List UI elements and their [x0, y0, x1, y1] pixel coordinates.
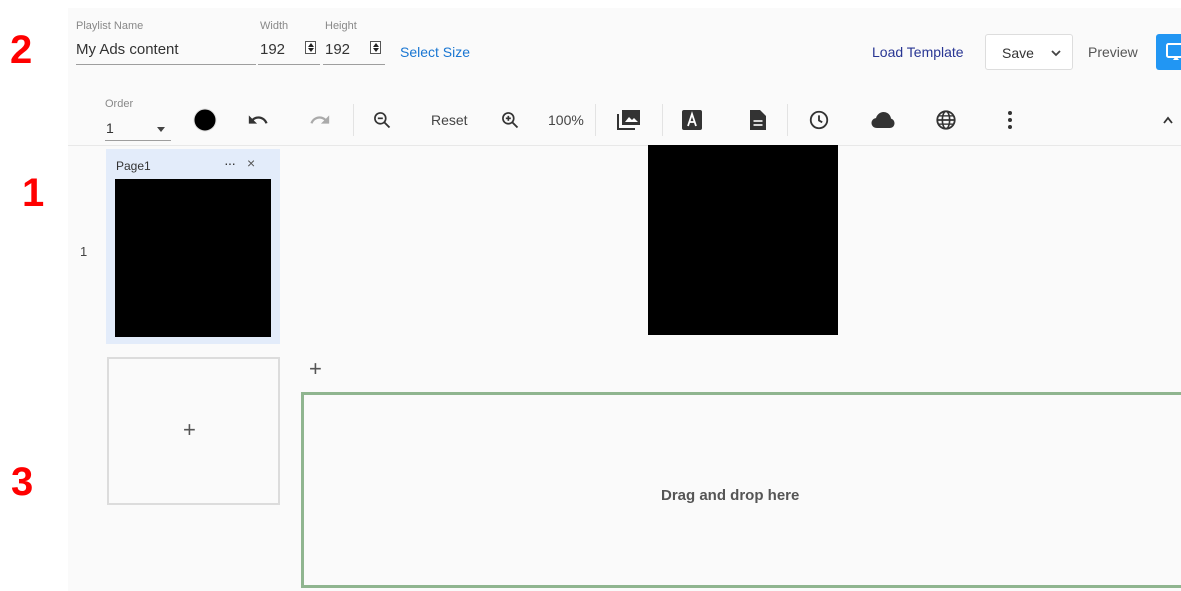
editor-toolbar: Order 1 Reset 100% — [68, 94, 1181, 146]
callout-two: 2 — [10, 28, 33, 72]
playlist-name-underline — [76, 64, 256, 65]
toolbar-divider — [662, 104, 663, 136]
drop-zone-label: Drag and drop here — [661, 487, 800, 504]
height-input[interactable]: 192 — [325, 41, 350, 58]
chevron-down-icon — [1051, 50, 1061, 57]
page-row-number: 1 — [80, 244, 88, 259]
width-underline — [258, 64, 320, 65]
select-size-link[interactable]: Select Size — [400, 44, 470, 60]
height-underline — [323, 64, 385, 65]
callout-one: 1 — [22, 171, 45, 215]
page-close-button[interactable]: × — [247, 155, 255, 171]
order-caret-icon — [157, 127, 165, 132]
playlist-editor: Playlist Name My Ads content Width 192 H… — [68, 8, 1181, 591]
cast-button[interactable] — [1156, 34, 1181, 70]
document-icon[interactable] — [746, 108, 770, 132]
playlist-name-label: Playlist Name — [76, 20, 144, 32]
toolbar-divider — [787, 104, 788, 136]
cast-icon — [1166, 43, 1181, 60]
toolbar-divider — [353, 104, 354, 136]
zoom-reset-button[interactable]: Reset — [431, 112, 468, 128]
drop-zone[interactable]: Drag and drop here — [301, 392, 1181, 588]
order-label: Order — [105, 98, 134, 110]
redo-icon[interactable] — [308, 108, 332, 132]
toolbar-divider — [595, 104, 596, 136]
order-underline — [105, 140, 171, 141]
preview-button[interactable]: Preview — [1088, 44, 1138, 60]
add-element-button[interactable]: + — [309, 356, 322, 382]
width-stepper[interactable] — [305, 41, 316, 54]
height-label: Height — [325, 20, 357, 32]
width-input[interactable]: 192 — [260, 41, 285, 58]
page-name: Page1 — [116, 159, 151, 173]
save-button-label: Save — [1002, 45, 1034, 61]
more-vert-icon[interactable] — [998, 108, 1022, 132]
color-swatch-icon[interactable] — [192, 108, 218, 132]
collapse-icon[interactable] — [1158, 108, 1178, 132]
text-icon[interactable] — [680, 108, 704, 132]
page-thumbnail — [115, 179, 271, 337]
save-button[interactable]: Save — [985, 34, 1073, 70]
cloud-icon[interactable] — [869, 108, 897, 132]
zoom-in-icon[interactable] — [498, 108, 522, 132]
image-library-icon[interactable] — [616, 108, 642, 132]
load-template-link[interactable]: Load Template — [872, 44, 964, 60]
clock-icon[interactable] — [806, 108, 832, 132]
width-label: Width — [260, 20, 289, 32]
playlist-name-input[interactable]: My Ads content — [76, 41, 179, 58]
undo-icon[interactable] — [246, 108, 270, 132]
globe-icon[interactable] — [934, 108, 958, 132]
canvas-preview[interactable] — [648, 145, 838, 335]
add-page-card[interactable]: + — [107, 357, 280, 505]
add-page-plus-icon: + — [183, 417, 196, 442]
order-select[interactable]: 1 — [106, 120, 114, 136]
callout-three: 3 — [11, 460, 34, 504]
playlist-header: Playlist Name My Ads content Width 192 H… — [68, 8, 1181, 88]
height-stepper[interactable] — [370, 41, 381, 54]
zoom-out-icon[interactable] — [370, 108, 394, 132]
zoom-level: 100% — [548, 112, 584, 128]
page-card[interactable]: Page1 ··· × — [106, 149, 280, 344]
page-more-button[interactable]: ··· — [224, 155, 236, 171]
